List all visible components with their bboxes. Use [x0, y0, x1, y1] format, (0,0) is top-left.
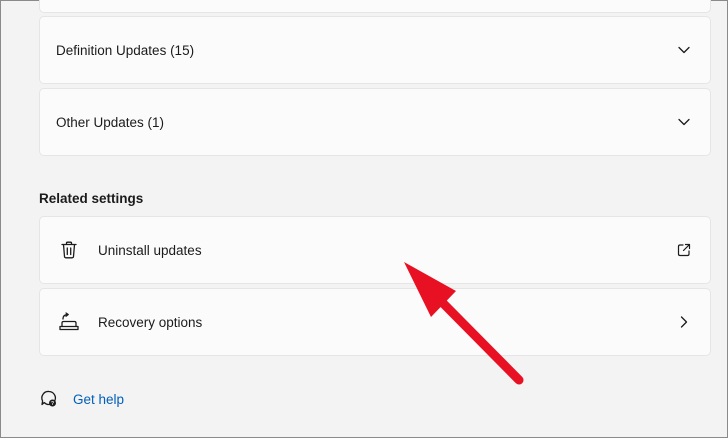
chevron-down-icon[interactable]: [676, 114, 692, 130]
help-chat-icon: ?: [39, 389, 59, 409]
recovery-icon: [57, 310, 81, 334]
open-external-icon: [676, 242, 692, 258]
svg-text:?: ?: [51, 401, 54, 407]
trash-icon: [57, 238, 81, 262]
get-help-link[interactable]: Get help: [73, 392, 124, 407]
uninstall-updates-label: Uninstall updates: [98, 242, 202, 258]
definition-updates-card[interactable]: Definition Updates (15): [39, 16, 711, 84]
uninstall-updates-card[interactable]: Uninstall updates: [39, 216, 711, 284]
related-settings-heading: Related settings: [39, 191, 144, 206]
definition-updates-label: Definition Updates (15): [56, 42, 195, 58]
recovery-options-card[interactable]: Recovery options: [39, 288, 711, 356]
get-help[interactable]: ? Get help: [39, 389, 124, 409]
other-updates-card[interactable]: Other Updates (1): [39, 88, 711, 156]
chevron-right-icon: [676, 314, 692, 330]
chevron-down-icon[interactable]: [676, 42, 692, 58]
other-updates-label: Other Updates (1): [56, 114, 165, 130]
recovery-options-label: Recovery options: [98, 314, 203, 330]
previous-update-group-card[interactable]: [39, 0, 711, 13]
